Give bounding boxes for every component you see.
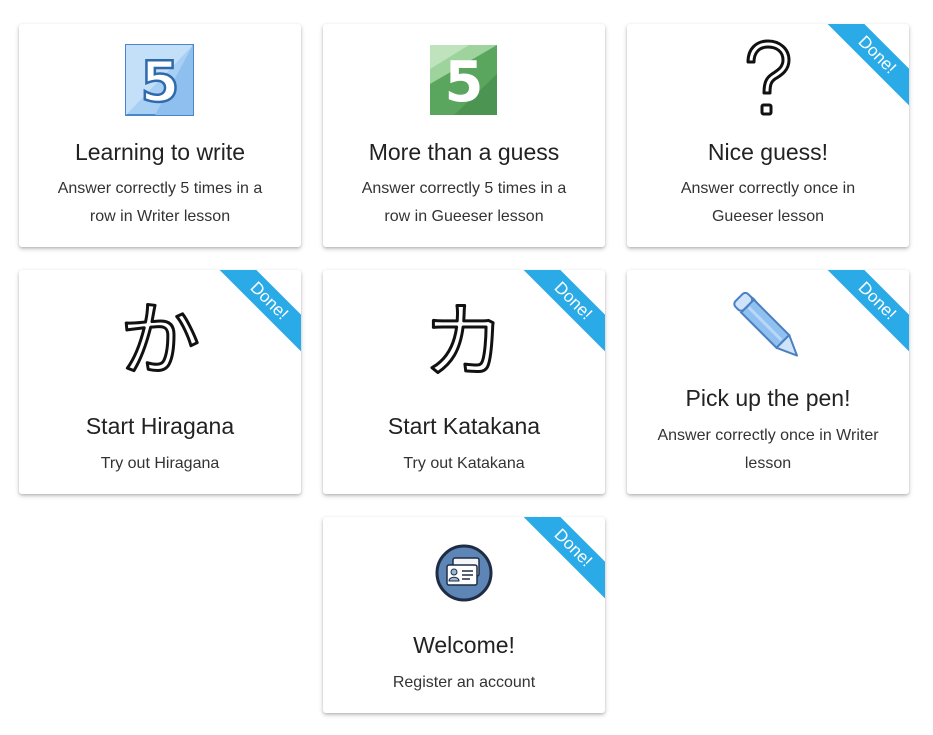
achievement-title: Start Hiragana (85, 413, 235, 439)
svg-text:5: 5 (141, 50, 180, 115)
achievement-card-pick-up-the-pen: Pick up the pen! Answer correctly once i… (627, 270, 909, 494)
achievement-card-more-than-a-guess: 5 More than a guess Answer correctly 5 t… (323, 24, 605, 247)
achievement-description: Register an account (392, 674, 536, 691)
hiragana-glyph: か (120, 294, 200, 384)
achievement-description: Answer correctly once in Writer lesson (657, 427, 879, 472)
achievement-description: Answer correctly 5 times in a row in Wri… (57, 180, 263, 225)
five-green-icon: 5 (323, 44, 605, 116)
achievement-description: Try out Katakana (403, 455, 525, 472)
achievement-description: Answer correctly 5 times in a row in Gue… (361, 180, 567, 225)
achievement-title: Learning to write (74, 139, 246, 165)
svg-text:5: 5 (445, 50, 484, 115)
five-blue-icon: 5 (19, 44, 301, 116)
achievement-card-nice-guess: Nice guess! Answer correctly once in Gue… (627, 24, 909, 247)
achievement-title: Nice guess! (707, 139, 829, 165)
achievement-card-welcome: Welcome! Register an account Done! (323, 517, 605, 713)
achievement-title: Welcome! (413, 632, 515, 658)
achievement-title: Pick up the pen! (685, 385, 851, 411)
achievement-description: Try out Hiragana (100, 455, 220, 472)
achievement-title: Start Katakana (387, 413, 541, 439)
achievement-title: More than a guess (368, 139, 560, 165)
achievement-card-start-katakana: カ Start Katakana Try out Katakana Done! (323, 270, 605, 494)
achievement-card-learning-to-write: 5 Learning to write Answer correctly 5 t… (19, 24, 301, 247)
katakana-glyph: カ (423, 295, 505, 384)
achievement-description: Answer correctly once in Gueeser lesson (680, 180, 856, 225)
achievement-card-start-hiragana: か Start Hiragana Try out Hiragana Done! (19, 270, 301, 494)
